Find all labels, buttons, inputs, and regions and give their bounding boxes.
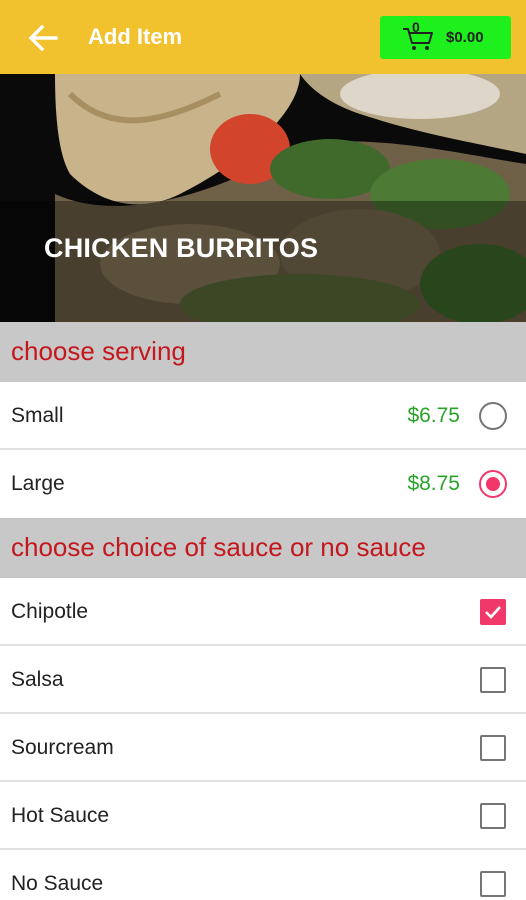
cart-button[interactable]: 0 $0.00 [380,16,511,59]
sauce-option-label: Chipotle [11,600,89,623]
sauce-section-header: choose choice of sauce or no sauce [0,518,526,578]
sauce-checkbox-no-sauce[interactable] [480,871,506,897]
sauce-checkbox-chipotle[interactable] [480,599,506,625]
serving-section-header: choose serving [0,322,526,382]
serving-option-large[interactable]: Large $8.75 [0,450,526,518]
arrow-left-icon [28,24,58,52]
sauce-option-sourcream[interactable]: Sourcream [0,714,526,782]
serving-radio-large[interactable] [479,470,507,498]
page-title: Add Item [88,24,183,49]
sauce-option-label: No Sauce [11,872,104,895]
serving-option-label: Large [11,472,65,495]
item-title: CHICKEN BURRITOS [44,233,319,263]
serving-option-label: Small [11,404,64,427]
sauce-checkbox-hot-sauce[interactable] [480,803,506,829]
sauce-checkbox-sourcream[interactable] [480,735,506,761]
sauce-option-label: Hot Sauce [11,804,110,827]
item-hero-image: CHICKEN BURRITOS [0,74,526,322]
sauce-option-label: Salsa [11,668,64,691]
sauce-checkbox-salsa[interactable] [480,667,506,693]
cart-count-badge: 0 [412,19,420,35]
serving-section-title: choose serving [11,336,186,366]
sauce-option-chipotle[interactable]: Chipotle [0,578,526,646]
app-bar: Add Item 0 $0.00 [0,0,526,74]
sauce-option-hot-sauce[interactable]: Hot Sauce [0,782,526,850]
sauce-option-salsa[interactable]: Salsa [0,646,526,714]
burrito-photo [0,74,526,322]
serving-option-small[interactable]: Small $6.75 [0,382,526,450]
sauce-section-title: choose choice of sauce or no sauce [11,532,426,562]
cart-total: $0.00 [446,29,484,46]
sauce-option-label: Sourcream [11,736,114,759]
sauce-option-no-sauce[interactable]: No Sauce [0,850,526,900]
serving-option-price: $8.75 [407,472,460,495]
checkmark-icon [485,606,501,619]
serving-option-price: $6.75 [407,404,460,427]
back-button[interactable] [26,21,60,55]
serving-radio-small[interactable] [479,402,507,430]
